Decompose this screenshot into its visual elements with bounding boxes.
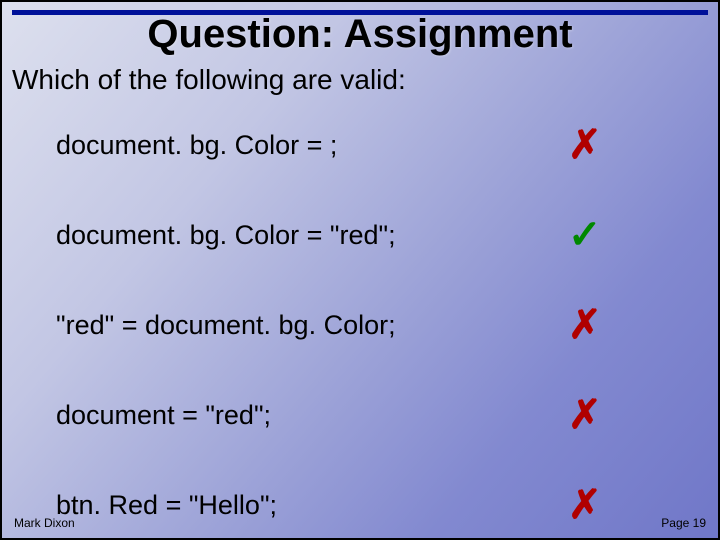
cross-icon: ✗	[568, 392, 688, 438]
slide-title: Question: Assignment	[2, 12, 718, 57]
code-text: btn. Red = "Hello";	[56, 490, 277, 521]
cross-icon: ✗	[568, 302, 688, 348]
list-item: btn. Red = "Hello"; ✗	[56, 482, 688, 528]
list-item: "red" = document. bg. Color; ✗	[56, 302, 688, 348]
list-item: document = "red"; ✗	[56, 392, 688, 438]
code-text: document. bg. Color = ;	[56, 130, 337, 161]
code-text: document. bg. Color = "red";	[56, 220, 396, 251]
slide: Question: Assignment Which of the follow…	[0, 0, 720, 540]
code-text: "red" = document. bg. Color;	[56, 310, 396, 341]
answer-list: document. bg. Color = ; ✗ document. bg. …	[56, 122, 688, 540]
cross-icon: ✗	[568, 122, 688, 168]
code-text: document = "red";	[56, 400, 271, 431]
question-prompt: Which of the following are valid:	[12, 64, 406, 96]
footer-page: Page 19	[661, 516, 706, 530]
check-icon: ✓	[568, 212, 688, 258]
footer-author: Mark Dixon	[14, 516, 75, 530]
list-item: document. bg. Color = ; ✗	[56, 122, 688, 168]
list-item: document. bg. Color = "red"; ✓	[56, 212, 688, 258]
